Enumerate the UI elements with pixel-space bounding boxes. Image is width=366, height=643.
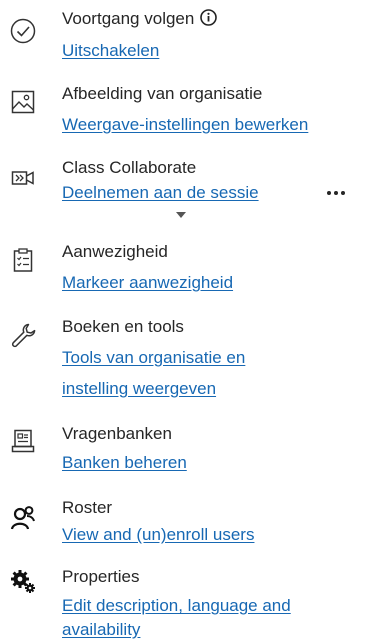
- question-bank-icon: [10, 428, 36, 454]
- edit-properties-link-line2[interactable]: availability: [62, 619, 140, 641]
- progress-tracking-title: Voortgang volgen: [62, 8, 218, 30]
- attendance-title: Aanwezigheid: [62, 242, 168, 261]
- question-banks-title: Vragenbanken: [62, 424, 172, 443]
- info-icon[interactable]: [200, 9, 218, 26]
- view-tools-link-line1[interactable]: Tools van organisatie en: [62, 347, 245, 369]
- books-tools-title: Boeken en tools: [62, 317, 184, 336]
- check-circle-icon: [10, 18, 36, 44]
- enroll-users-link[interactable]: View and (un)enroll users: [62, 524, 254, 546]
- edit-display-settings-link[interactable]: Weergave-instellingen bewerken: [62, 114, 308, 136]
- mark-attendance-link[interactable]: Markeer aanwezigheid: [62, 272, 233, 294]
- manage-banks-link[interactable]: Banken beheren: [62, 452, 187, 474]
- roster-title: Roster: [62, 498, 113, 517]
- more-options-button[interactable]: [327, 183, 351, 203]
- edit-properties-link-line1[interactable]: Edit description, language and: [62, 595, 291, 617]
- properties-title: Properties: [62, 567, 140, 586]
- image-icon: [10, 89, 36, 115]
- class-collaborate-title: Class Collaborate: [62, 158, 197, 177]
- users-icon: [10, 505, 36, 531]
- chevron-down-icon[interactable]: [176, 212, 186, 218]
- organization-image-title: Afbeelding van organisatie: [62, 84, 263, 103]
- gears-icon: [10, 568, 36, 594]
- view-tools-link-line2[interactable]: instelling weergeven: [62, 378, 216, 400]
- progress-tracking-label: Voortgang volgen: [62, 9, 195, 28]
- disable-progress-link[interactable]: Uitschakelen: [62, 40, 159, 62]
- video-icon: [10, 165, 36, 191]
- wrench-icon: [10, 322, 36, 348]
- join-session-link[interactable]: Deelnemen aan de sessie: [62, 182, 259, 204]
- clipboard-icon: [10, 247, 36, 273]
